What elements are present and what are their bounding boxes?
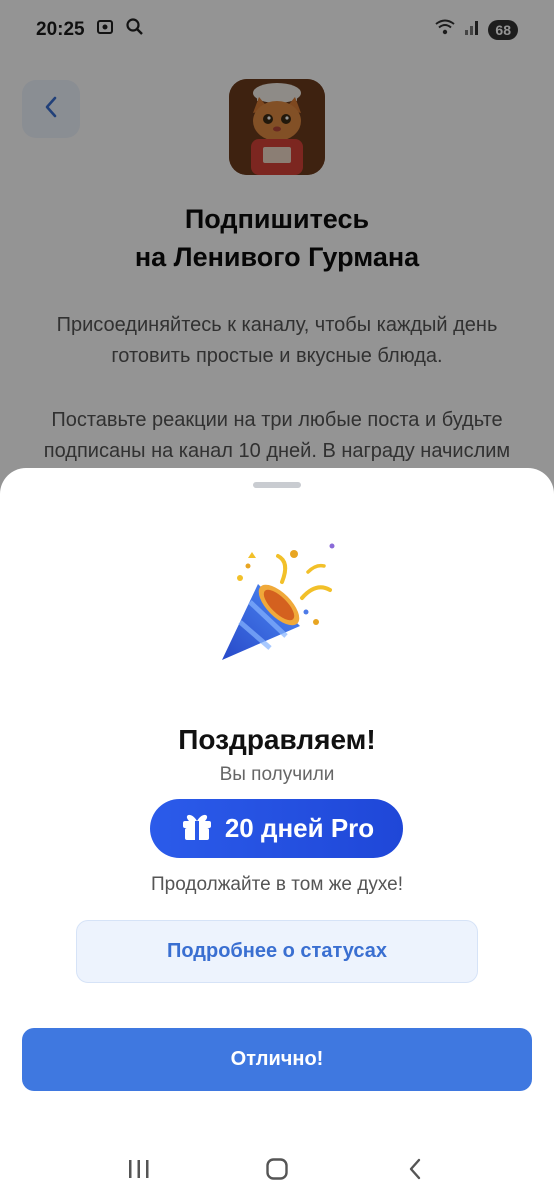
system-nav-bar [0,1138,554,1200]
gift-icon [179,807,215,850]
more-about-statuses-button[interactable]: Подробнее о статусах [76,920,478,983]
ok-button[interactable]: Отлично! [22,1028,532,1091]
received-label: Вы получили [219,764,335,785]
reward-text: 20 дней Pro [224,813,375,843]
reward-bottom-sheet: Поздравляем! Вы получили 20 дней Pro Про… [0,468,554,1200]
home-icon[interactable] [257,1149,297,1189]
reward-badge: 20 дней Pro [150,799,403,858]
party-popper-icon [212,542,342,672]
nav-back-icon[interactable] [395,1149,435,1189]
congrats-heading: Поздравляем! [178,724,376,755]
recents-icon[interactable] [119,1149,159,1189]
encouragement-text: Продолжайте в том же духе! [151,874,403,895]
sheet-drag-handle[interactable] [253,482,301,488]
